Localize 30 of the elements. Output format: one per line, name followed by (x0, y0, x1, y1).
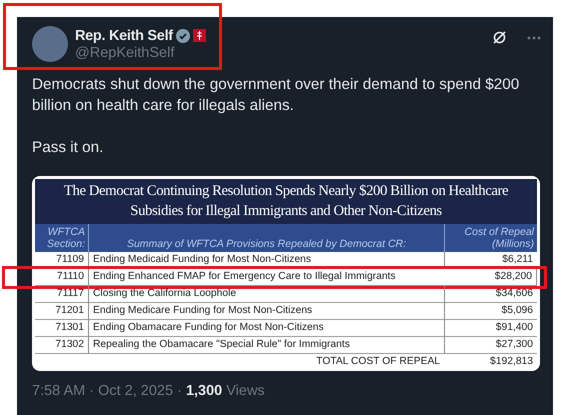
avatar[interactable] (32, 26, 68, 62)
post-meta: 7:58 AM · Oct 2, 2025 · 1,300 Views (32, 383, 266, 399)
table-cell: $5,096 (445, 303, 537, 320)
slashed-circle-icon[interactable] (492, 30, 507, 45)
table-cell: 71109 (35, 252, 89, 269)
table-cell: $27,300 (445, 337, 537, 354)
table-cell: 71201 (35, 303, 89, 320)
more-icon[interactable] (527, 36, 541, 40)
column-header: WFTCA Section: (35, 224, 89, 252)
table-cell: Closing the California Loophole (89, 286, 445, 303)
flag-badge-icon (192, 29, 206, 42)
table-cell: Repealing the Obamacare "Special Rule" for Immigrants (89, 337, 445, 354)
table-cell: Ending Medicare Funding for Most Non-Citizens (89, 303, 445, 320)
total-value: $192,813 (490, 355, 533, 369)
table-title: The Democrat Continuing Resolution Spends Nearly $200 Billion on Healthcare Subsidies for Illegal Immigrants and Other Non-Citizens (35, 179, 537, 224)
table-cell: $6,211 (445, 252, 537, 269)
table-cell: 71302 (35, 337, 89, 354)
column-header: Cost of Repeal (Millions) (445, 224, 537, 252)
table-cell: 71117 (35, 286, 89, 303)
column-header: Summary of WFTCA Provisions Repealed by Democrat CR: (89, 224, 445, 252)
table-cell: $91,400 (445, 320, 537, 337)
table-cell: 71301 (35, 320, 89, 337)
table-cell: Ending Obamacare Funding for Most Non-Citizens (89, 320, 445, 337)
author-name[interactable]: Rep. Keith Self (75, 28, 173, 44)
table-cell: Ending Medicaid Funding for Most Non-Citizens (89, 252, 445, 269)
post-text: Democrats shut down the government over their demand to spend $200 billion on health care for illegals aliens. (32, 75, 520, 116)
table-cell: $34,606 (445, 286, 537, 303)
post-text: Pass it on. (32, 138, 104, 158)
total-label: TOTAL COST OF REPEAL (316, 355, 440, 369)
author-handle[interactable]: @RepKeithSelf (75, 44, 206, 60)
